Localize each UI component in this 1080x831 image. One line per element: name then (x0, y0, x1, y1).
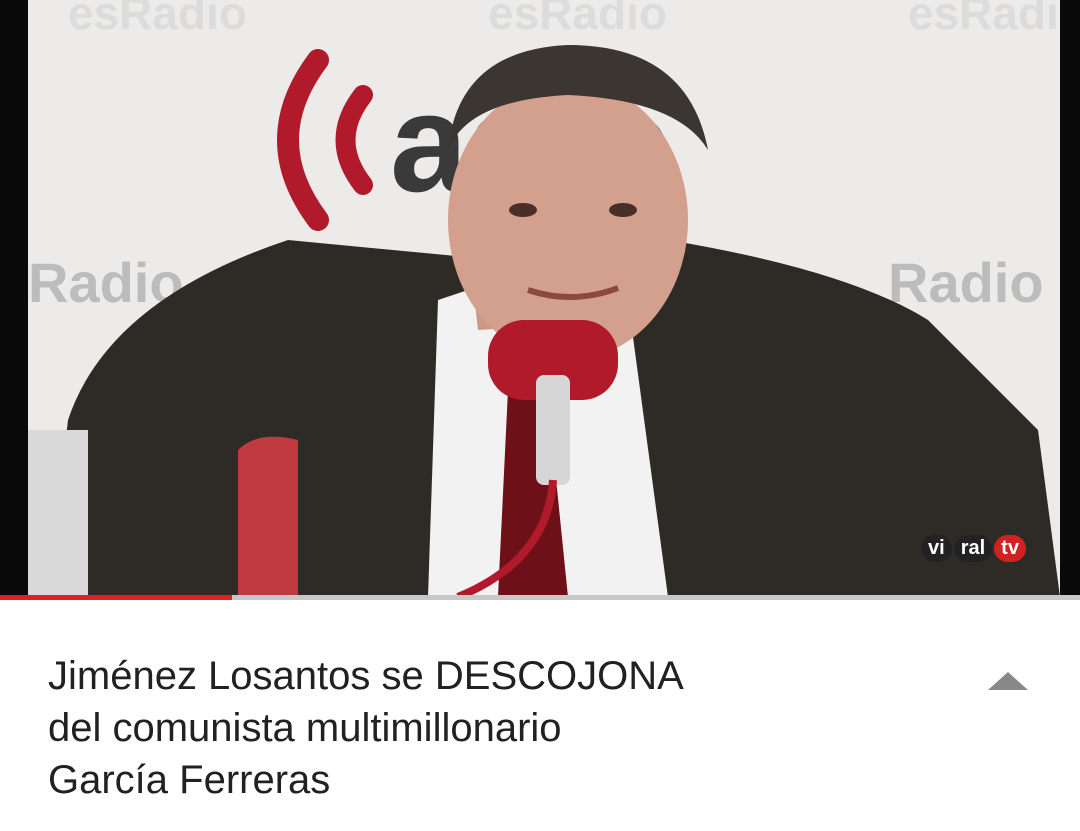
video-frame[interactable]: esRadio esRadio esRadio Radio Radio adio (28, 0, 1060, 597)
video-title-line: García Ferreras (48, 758, 331, 802)
channel-bug-part: ral (953, 535, 993, 562)
video-player[interactable]: esRadio esRadio esRadio Radio Radio adio (0, 0, 1080, 597)
channel-bug: vi ral tv (921, 535, 1026, 562)
video-title: Jiménez Losantos se DESCOJONA del comuni… (48, 650, 928, 806)
channel-bug-part: vi (921, 535, 952, 562)
video-details: Jiménez Losantos se DESCOJONA del comuni… (0, 600, 1080, 831)
chevron-up-icon[interactable] (986, 670, 1030, 694)
video-title-line: Jiménez Losantos se DESCOJONA (48, 654, 684, 698)
video-title-line: del comunista multimillonario (48, 706, 562, 750)
presenter-image (28, 45, 1060, 597)
channel-bug-part: tv (994, 535, 1026, 562)
